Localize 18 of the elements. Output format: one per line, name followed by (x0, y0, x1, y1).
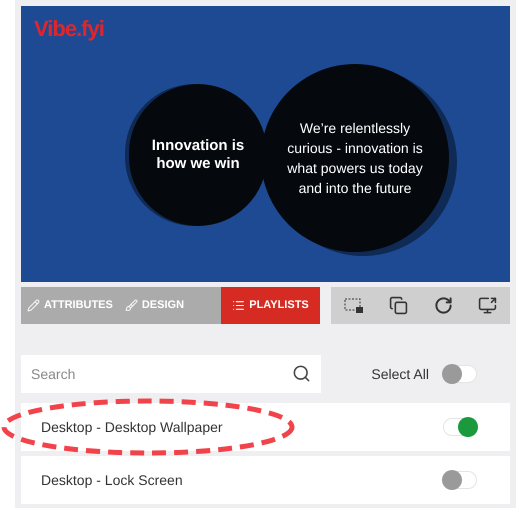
toggle-switch[interactable] (443, 365, 477, 383)
playlist-name: Desktop - Lock Screen (41, 470, 183, 490)
logo: Vibe.fyi (34, 18, 104, 40)
refresh-icon (434, 296, 453, 315)
playlist-name: Desktop - Desktop Wallpaper (41, 418, 223, 437)
select-all-label: Select All (371, 364, 429, 384)
search-icon (292, 364, 311, 383)
brush-icon (124, 299, 138, 312)
edit-icon (27, 299, 40, 312)
playlist-row[interactable]: Desktop - Lock Screen (21, 456, 510, 504)
toggle-switch[interactable] (443, 471, 477, 489)
copy-icon (389, 296, 408, 315)
toggle-switch[interactable] (443, 418, 477, 436)
tab[interactable]: PLAYLISTS (221, 287, 320, 324)
playlist-row[interactable]: Desktop - Desktop Wallpaper (21, 403, 510, 451)
list-icon (232, 299, 246, 312)
screen-share-icon (478, 296, 498, 315)
search-field[interactable]: Search (21, 355, 321, 393)
